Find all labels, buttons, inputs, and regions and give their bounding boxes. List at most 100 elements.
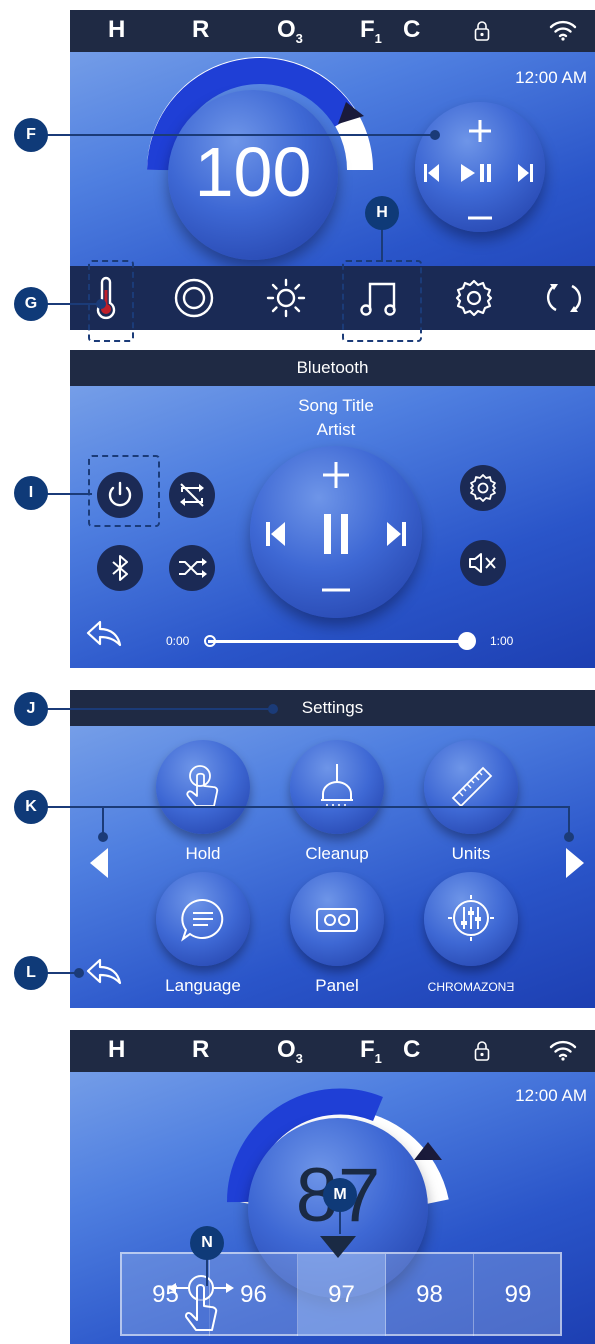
cycle-icon[interactable] — [542, 276, 586, 320]
bt-volume-plus-icon[interactable] — [319, 458, 353, 497]
mute-button[interactable] — [460, 540, 506, 586]
callout-l-dot — [74, 968, 84, 978]
status-h[interactable]: H — [108, 16, 125, 44]
language-chat-icon — [178, 895, 228, 950]
bluetooth-button[interactable] — [97, 545, 143, 591]
panel-icon — [314, 905, 360, 940]
back-arrow-icon[interactable] — [84, 618, 124, 653]
bt-prev-icon[interactable] — [266, 520, 286, 553]
cleanup-label: Cleanup — [305, 844, 369, 863]
media-play-pause-icon[interactable] — [461, 162, 493, 189]
language-label: Language — [165, 976, 241, 995]
gear-icon — [470, 474, 496, 502]
callout-f-dot — [430, 130, 440, 140]
volume-plus-icon[interactable] — [465, 116, 495, 151]
mute-icon — [469, 553, 496, 573]
status-o3-letter: O — [277, 16, 296, 43]
bt-settings-button[interactable] — [460, 465, 506, 511]
settings-gear-icon[interactable] — [452, 276, 496, 320]
callout-f-line — [40, 134, 435, 136]
volume-minus-icon[interactable] — [465, 210, 495, 228]
status-r[interactable]: R — [192, 16, 209, 44]
status-bar-2: H R O3 F1 C — [70, 1030, 595, 1072]
status-f1-letter: F — [360, 16, 375, 43]
status-h-2[interactable]: H — [108, 1036, 125, 1064]
callout-n-line — [206, 1256, 208, 1286]
callout-j-dot — [268, 704, 278, 714]
callout-j-line — [40, 708, 272, 710]
callout-f: F — [14, 118, 48, 152]
swipe-hand-icon — [166, 1268, 236, 1344]
status-f1-2[interactable]: F1 — [360, 1036, 382, 1066]
clock: 12:00 AM — [515, 68, 587, 87]
bt-pause-icon[interactable] — [322, 512, 350, 561]
panel-label: Panel — [315, 976, 359, 995]
callout-m: M — [323, 1178, 357, 1212]
bluetooth-icon — [112, 555, 128, 581]
status-o3[interactable]: O3 — [277, 16, 303, 46]
bt-volume-minus-icon[interactable] — [319, 582, 353, 600]
callout-g-line — [40, 303, 100, 305]
status-c-2[interactable]: C — [403, 1036, 420, 1064]
chromazone-label: CHROMAZONƎ — [427, 980, 515, 994]
jets-icon[interactable] — [172, 276, 216, 320]
status-f1[interactable]: F1 — [360, 16, 382, 46]
clock-2: 12:00 AM — [515, 1086, 587, 1105]
temperature-value: 100 — [194, 133, 312, 211]
light-icon[interactable] — [264, 276, 308, 320]
callout-k-left-dot — [98, 832, 108, 842]
progress-start-marker — [204, 635, 216, 647]
hold-icon — [180, 762, 226, 817]
temp-option-99[interactable]: 99 — [474, 1254, 562, 1336]
callout-h-line — [381, 226, 383, 262]
temp-option-98[interactable]: 98 — [386, 1254, 474, 1336]
bt-next-icon[interactable] — [386, 520, 406, 553]
status-o3-letter-2: O — [277, 1036, 296, 1063]
next-page-arrow-icon[interactable] — [564, 846, 586, 885]
progress-track — [208, 640, 466, 643]
status-r-2[interactable]: R — [192, 1036, 209, 1064]
heat-highlight-box — [88, 260, 134, 342]
main-panel-1: H R O3 F1 C 12:00 AM 100 — [70, 10, 595, 330]
ruler-icon — [447, 762, 497, 817]
status-f1-letter-2: F — [360, 1036, 375, 1063]
shuffle-button[interactable] — [169, 545, 215, 591]
callout-l: L — [14, 956, 48, 990]
temp-option-97[interactable]: 97 — [298, 1254, 386, 1336]
media-next-icon[interactable] — [517, 162, 533, 189]
power-highlight-box — [88, 455, 160, 527]
status-o3-2[interactable]: O3 — [277, 1036, 303, 1066]
time-start: 0:00 — [166, 634, 190, 648]
repeat-off-icon — [180, 483, 204, 507]
song-title: Song Title — [298, 396, 374, 415]
wifi-icon[interactable] — [548, 18, 578, 47]
callout-k-right-dot — [564, 832, 574, 842]
music-highlight-box — [342, 260, 422, 342]
status-f1-sub: 1 — [374, 30, 382, 46]
bluetooth-title: Bluetooth — [70, 350, 595, 386]
bottom-nav-bar — [70, 266, 595, 330]
media-prev-icon[interactable] — [424, 162, 440, 189]
status-bar: H R O3 F1 C — [70, 10, 595, 52]
lock-icon[interactable] — [474, 20, 490, 47]
status-o3-sub-2: 3 — [295, 1050, 303, 1066]
callout-g-dot — [96, 299, 106, 309]
callout-k-line — [40, 806, 570, 808]
repeat-button[interactable] — [169, 472, 215, 518]
lock-icon-2[interactable] — [474, 1040, 490, 1067]
selection-pointer-icon — [318, 1234, 358, 1265]
settings-back-arrow-icon[interactable] — [84, 956, 124, 991]
progress-thumb[interactable] — [458, 632, 476, 650]
status-f1-sub-2: 1 — [374, 1050, 382, 1066]
callout-n: N — [190, 1226, 224, 1260]
callout-j: J — [14, 692, 48, 726]
status-o3-sub: 3 — [295, 30, 303, 46]
wifi-icon-2[interactable] — [548, 1038, 578, 1067]
units-label: Units — [451, 844, 491, 863]
shuffle-icon — [179, 558, 207, 578]
prev-page-arrow-icon[interactable] — [88, 846, 110, 885]
cleanup-icon — [313, 762, 361, 817]
status-c[interactable]: C — [403, 16, 420, 44]
time-end: 1:00 — [490, 634, 514, 648]
artist-name: Artist — [316, 420, 356, 439]
